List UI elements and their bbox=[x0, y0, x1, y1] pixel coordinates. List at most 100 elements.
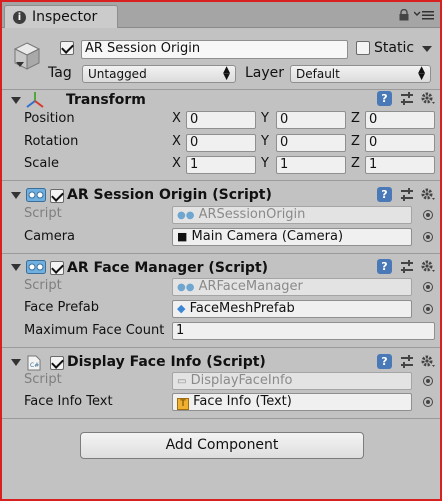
position-x-axis[interactable]: X bbox=[172, 110, 181, 128]
script-label: Script bbox=[24, 278, 62, 293]
position-y-input[interactable]: 0 bbox=[276, 111, 346, 129]
help-icon[interactable]: ? bbox=[377, 187, 392, 202]
object-picker-icon bbox=[423, 376, 433, 386]
dropdown-arrows-icon: ▲ ▼ bbox=[418, 65, 425, 82]
position-x-input[interactable]: 0 bbox=[186, 111, 256, 129]
camera-field[interactable]: ■ Main Camera (Camera) bbox=[172, 228, 412, 246]
static-checkbox[interactable] bbox=[356, 41, 370, 55]
separator bbox=[2, 89, 440, 90]
tag-value: Untagged bbox=[88, 67, 147, 81]
gear-icon[interactable] bbox=[420, 258, 436, 274]
svg-text:C#: C# bbox=[30, 362, 39, 369]
rotation-y-axis[interactable]: Y bbox=[261, 133, 269, 151]
script-component-icon bbox=[26, 260, 46, 274]
object-picker-icon bbox=[423, 210, 433, 220]
script-field: ●● ARFaceManager bbox=[172, 278, 412, 296]
help-icon[interactable]: ? bbox=[377, 354, 392, 369]
scale-z-input[interactable]: 1 bbox=[365, 156, 435, 174]
camera-value: Main Camera (Camera) bbox=[191, 229, 344, 244]
rotation-z-input[interactable]: 0 bbox=[365, 134, 435, 152]
object-picker-icon[interactable] bbox=[423, 397, 433, 407]
script-label: Script bbox=[24, 372, 62, 387]
position-label: Position bbox=[24, 111, 75, 126]
inspector-window: i Inspector AR Session Origin Static Tag bbox=[0, 0, 442, 501]
ar-session-origin-title: AR Session Origin (Script) bbox=[67, 187, 272, 203]
gear-icon[interactable] bbox=[420, 353, 436, 369]
face-info-text-value: Face Info (Text) bbox=[193, 394, 292, 409]
preset-icon[interactable] bbox=[400, 355, 414, 369]
separator bbox=[2, 253, 440, 254]
help-icon[interactable]: ? bbox=[377, 91, 392, 106]
tab-bar: i Inspector bbox=[2, 2, 440, 28]
separator bbox=[2, 347, 440, 348]
tag-label: Tag bbox=[48, 65, 72, 81]
gameobject-active-checkbox[interactable] bbox=[60, 41, 74, 55]
script-file-icon: ▭ bbox=[177, 376, 187, 387]
layer-label: Layer bbox=[245, 65, 285, 81]
object-picker-icon[interactable] bbox=[423, 232, 433, 242]
gameobject-name-input[interactable]: AR Session Origin bbox=[81, 40, 348, 59]
scale-y-axis[interactable]: Y bbox=[261, 155, 269, 173]
add-component-button[interactable]: Add Component bbox=[80, 432, 364, 459]
scale-label: Scale bbox=[24, 156, 59, 171]
camera-icon: ■ bbox=[177, 230, 188, 243]
position-y-axis[interactable]: Y bbox=[261, 110, 269, 128]
scale-y-input[interactable]: 1 bbox=[276, 156, 346, 174]
camera-label: Camera bbox=[24, 229, 76, 244]
ar-session-origin-enabled-checkbox[interactable] bbox=[50, 189, 64, 203]
separator bbox=[2, 418, 440, 419]
object-picker-icon[interactable] bbox=[423, 304, 433, 314]
script-label: Script bbox=[24, 206, 62, 221]
script-field: ▭ DisplayFaceInfo bbox=[172, 372, 412, 390]
display-face-info-foldout-icon[interactable] bbox=[11, 359, 21, 366]
tag-dropdown[interactable]: Untagged ▲ ▼ bbox=[82, 65, 236, 83]
layer-dropdown[interactable]: Default ▲ ▼ bbox=[290, 65, 431, 83]
static-dropdown-arrow-icon[interactable] bbox=[422, 46, 432, 52]
transform-foldout-icon[interactable] bbox=[11, 97, 21, 104]
help-icon[interactable]: ? bbox=[377, 259, 392, 274]
rotation-x-axis[interactable]: X bbox=[172, 133, 181, 151]
transform-icon bbox=[26, 92, 44, 108]
lock-icon[interactable] bbox=[399, 9, 409, 21]
tab-inspector[interactable]: i Inspector bbox=[4, 5, 118, 28]
gear-icon[interactable] bbox=[420, 90, 436, 106]
face-prefab-value: FaceMeshPrefab bbox=[189, 301, 295, 316]
rotation-z-axis[interactable]: Z bbox=[351, 133, 360, 151]
tab-menu-icon[interactable] bbox=[414, 10, 434, 20]
preset-icon[interactable] bbox=[400, 92, 414, 106]
text-component-icon: T bbox=[177, 398, 189, 410]
ar-face-manager-foldout-icon[interactable] bbox=[11, 264, 21, 271]
face-info-text-field[interactable]: T Face Info (Text) bbox=[172, 393, 412, 411]
rotation-y-input[interactable]: 0 bbox=[276, 134, 346, 152]
preset-icon[interactable] bbox=[400, 260, 414, 274]
script-file-icon: ●● bbox=[177, 210, 195, 221]
transform-title: Transform bbox=[66, 92, 146, 108]
face-info-text-label: Face Info Text bbox=[24, 394, 113, 409]
max-face-count-input[interactable]: 1 bbox=[172, 322, 435, 340]
gear-icon[interactable] bbox=[420, 186, 436, 202]
script-value: ARFaceManager bbox=[198, 279, 303, 294]
face-prefab-field[interactable]: ◆ FaceMeshPrefab bbox=[172, 300, 412, 318]
position-z-axis[interactable]: Z bbox=[351, 110, 360, 128]
display-face-info-enabled-checkbox[interactable] bbox=[50, 356, 64, 370]
ar-face-manager-enabled-checkbox[interactable] bbox=[50, 261, 64, 275]
rotation-label: Rotation bbox=[24, 134, 79, 149]
scale-x-axis[interactable]: X bbox=[172, 155, 181, 173]
preset-icon[interactable] bbox=[400, 188, 414, 202]
ar-session-origin-foldout-icon[interactable] bbox=[11, 192, 21, 199]
script-field: ●● ARSessionOrigin bbox=[172, 206, 412, 224]
position-z-input[interactable]: 0 bbox=[365, 111, 435, 129]
rotation-x-input[interactable]: 0 bbox=[186, 134, 256, 152]
max-face-count-label: Maximum Face Count bbox=[24, 323, 165, 338]
scale-z-axis[interactable]: Z bbox=[351, 155, 360, 173]
info-icon: i bbox=[13, 10, 26, 24]
tab-label: Inspector bbox=[32, 9, 98, 25]
prefab-icon: ◆ bbox=[177, 302, 186, 315]
ar-face-manager-title: AR Face Manager (Script) bbox=[67, 260, 269, 276]
scale-x-input[interactable]: 1 bbox=[186, 156, 256, 174]
script-file-icon: ●● bbox=[177, 282, 195, 293]
object-picker-icon bbox=[423, 282, 433, 292]
icon-dropdown-arrow-icon[interactable] bbox=[16, 62, 24, 67]
inspector-content: AR Session Origin Static Tag Untagged ▲ ▼… bbox=[2, 29, 440, 499]
display-face-info-title: Display Face Info (Script) bbox=[67, 354, 266, 370]
